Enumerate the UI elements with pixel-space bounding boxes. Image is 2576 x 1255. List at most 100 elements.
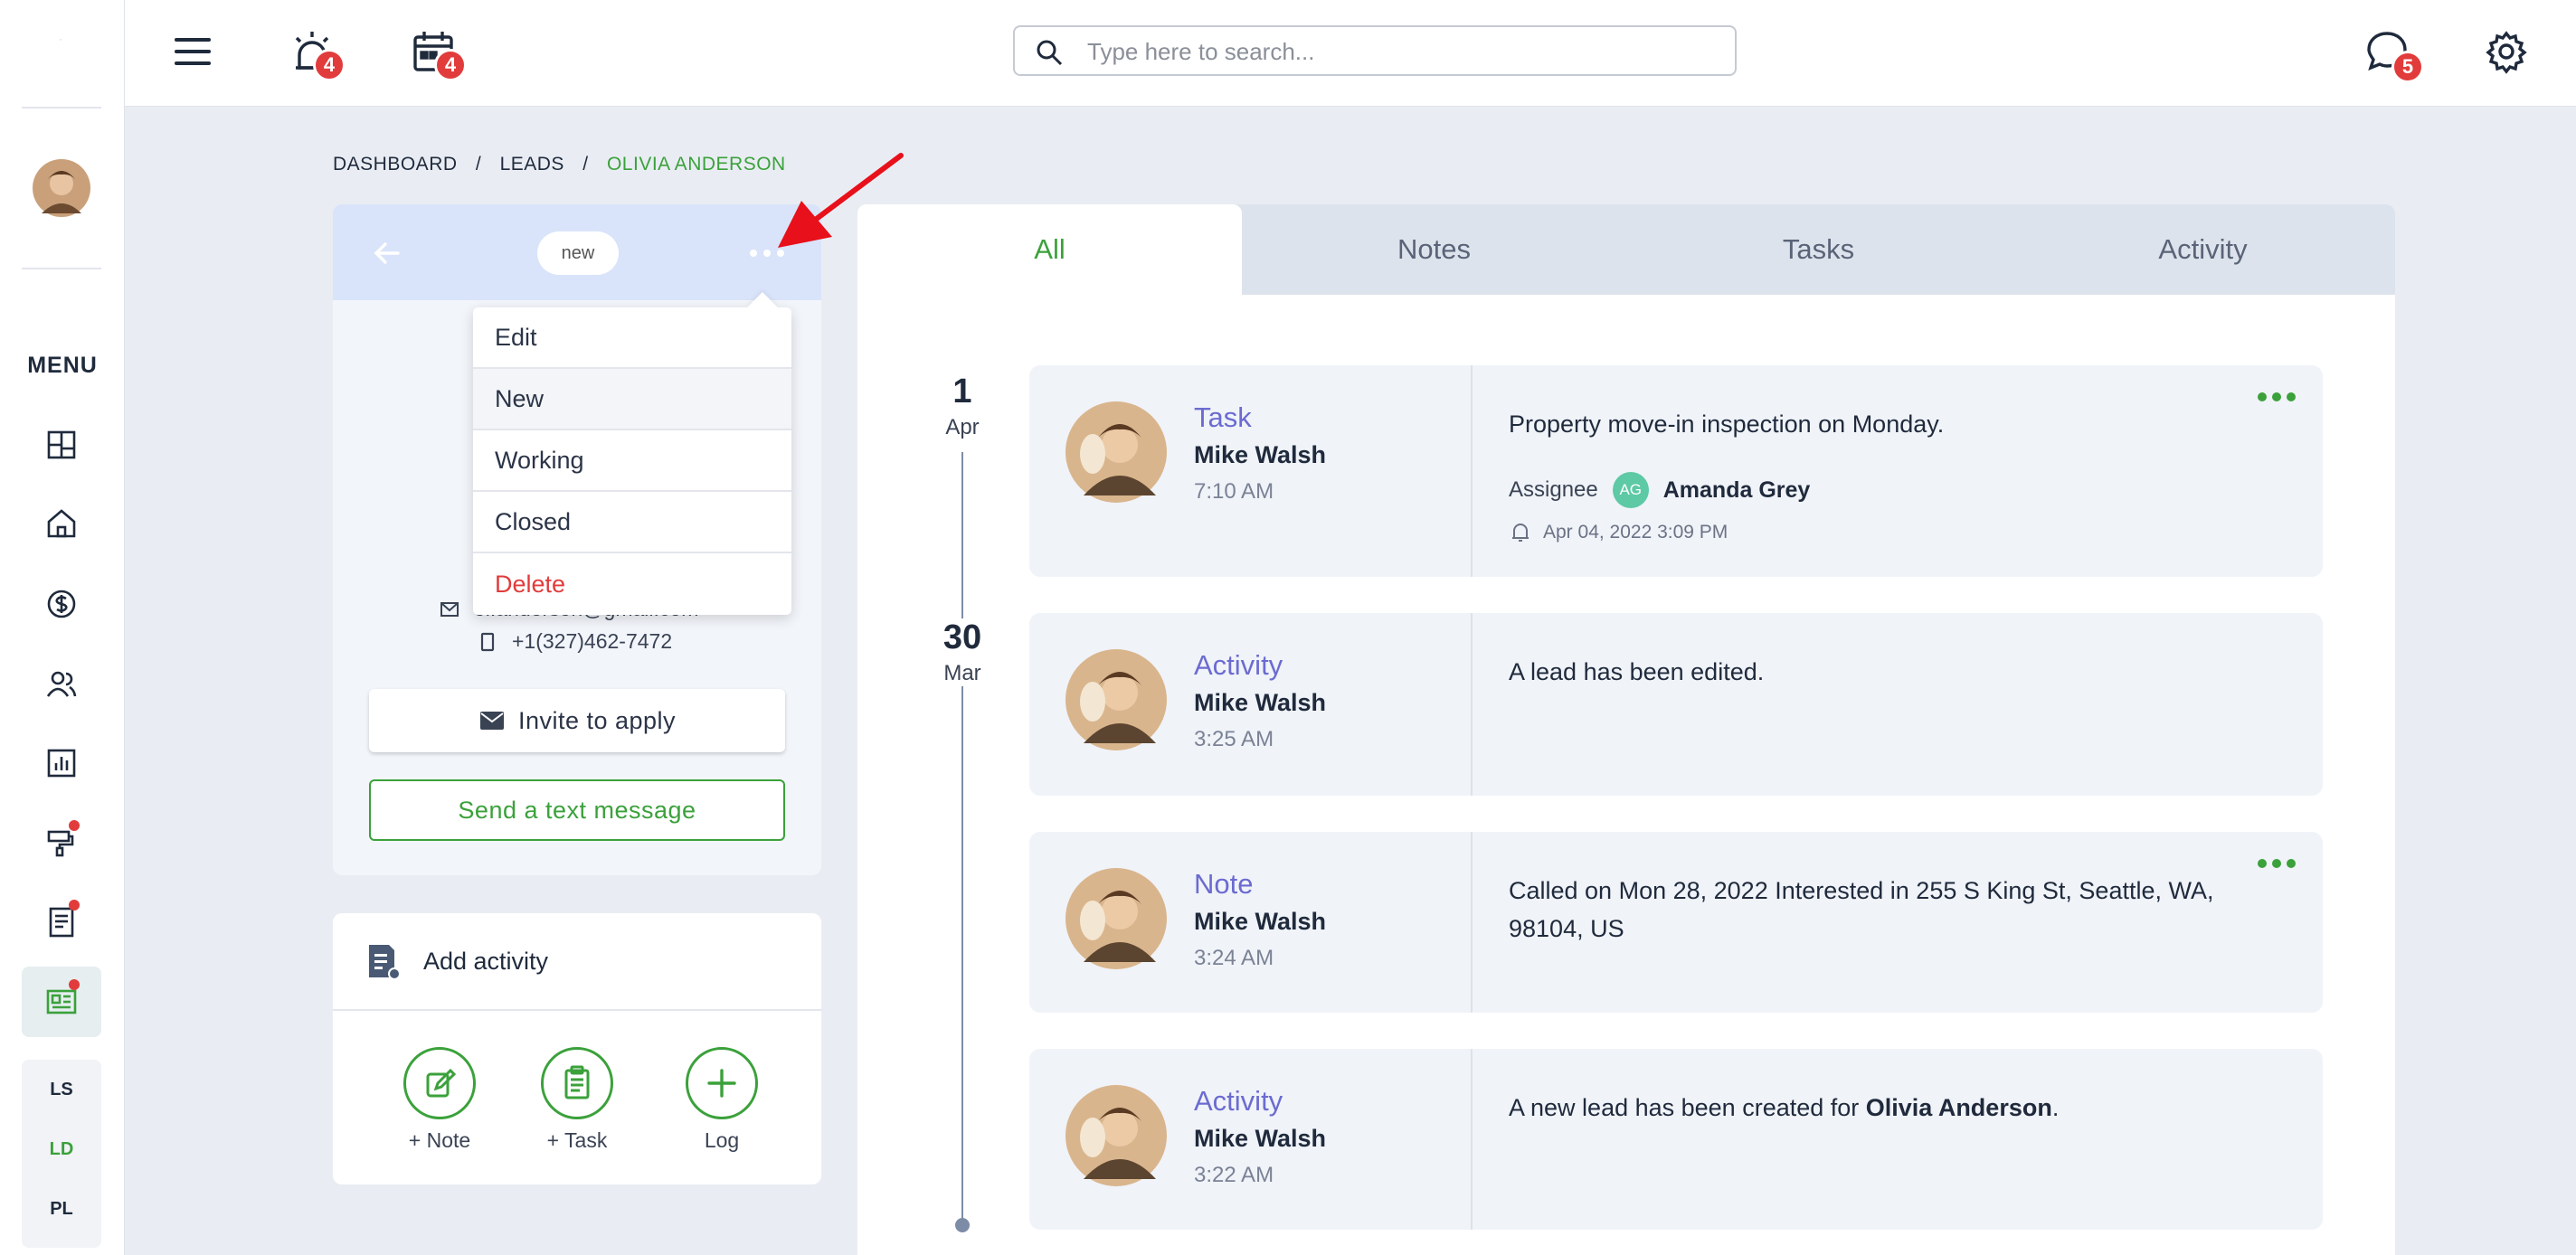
lead-card-header: new xyxy=(333,204,821,300)
back-arrow-icon[interactable] xyxy=(367,233,407,273)
add-task-button[interactable]: + Task xyxy=(514,1047,640,1153)
document-icon xyxy=(369,945,401,980)
dropdown-item-closed[interactable]: Closed xyxy=(473,492,791,553)
rail-document-icon[interactable] xyxy=(22,887,101,958)
author-avatar xyxy=(1065,1085,1167,1186)
assignee-avatar: AG xyxy=(1612,472,1649,508)
entry-author: Mike Walsh xyxy=(1194,441,1327,468)
menu-label: MENU xyxy=(27,353,98,378)
breadcrumb: DASHBOARD / LEADS / OLIVIA ANDERSON xyxy=(333,154,799,175)
chat-icon[interactable]: 5 xyxy=(2355,20,2424,83)
notification-dot xyxy=(69,820,80,831)
send-text-message-button[interactable]: Send a text message xyxy=(369,779,785,841)
entry-text: A new lead has been created for Olivia A… xyxy=(1509,1094,2060,1121)
invite-to-apply-button[interactable]: Invite to apply xyxy=(369,689,785,752)
add-note-button[interactable]: + Note xyxy=(376,1047,503,1153)
entry-time: 3:25 AM xyxy=(1194,727,1274,751)
entry-author: Mike Walsh xyxy=(1194,689,1327,716)
lead-phone[interactable]: +1(327)462-7472 xyxy=(478,629,672,654)
lead-status-badge: new xyxy=(537,231,619,275)
assignee-name: Amanda Grey xyxy=(1662,477,1811,503)
entry-text: A lead has been edited. xyxy=(1509,658,1765,685)
note-icon xyxy=(403,1047,476,1119)
dropdown-item-working[interactable]: Working xyxy=(473,430,791,492)
user-avatar[interactable] xyxy=(33,159,90,217)
dropdown-item-delete[interactable]: Delete xyxy=(473,553,791,615)
search-input[interactable] xyxy=(1087,33,1720,71)
rail-maintenance-icon[interactable] xyxy=(22,807,101,878)
notification-dot xyxy=(69,979,80,990)
entry-more-options-icon[interactable] xyxy=(2258,392,2296,401)
alarm-badge: 4 xyxy=(313,49,346,81)
alarm-icon[interactable]: 4 xyxy=(280,20,346,83)
breadcrumb-leads[interactable]: LEADS xyxy=(500,154,564,175)
add-activity-header: Add activity xyxy=(333,913,821,1011)
entry-time: 3:24 AM xyxy=(1194,946,1274,970)
timeline-end-dot xyxy=(955,1218,970,1232)
search-icon xyxy=(1037,40,1063,66)
author-avatar xyxy=(1065,401,1167,503)
dropdown-item-new[interactable]: New xyxy=(473,369,791,430)
entry-kind[interactable]: Note xyxy=(1194,868,1253,901)
timeline-entry: Task Mike Walsh 7:10 AM Property move-in… xyxy=(1029,365,2323,577)
rail-dollar-icon[interactable] xyxy=(22,569,101,639)
entry-kind[interactable]: Task xyxy=(1194,401,1252,434)
settings-gear-icon[interactable] xyxy=(2475,20,2538,83)
entry-kind[interactable]: Activity xyxy=(1194,1085,1283,1118)
lead-status-dropdown: Edit New Working Closed Delete xyxy=(473,307,791,615)
author-avatar xyxy=(1065,868,1167,969)
rail-home-icon[interactable] xyxy=(22,488,101,559)
entry-more-options-icon[interactable] xyxy=(2258,859,2296,868)
rail-reports-icon[interactable] xyxy=(22,728,101,798)
module-switcher: LS LD PL xyxy=(22,1060,101,1248)
author-avatar xyxy=(1065,649,1167,750)
hamburger-menu-icon[interactable] xyxy=(161,20,224,83)
log-button[interactable]: Log xyxy=(658,1047,785,1153)
calendar-badge: 4 xyxy=(434,49,467,81)
bell-icon xyxy=(1512,524,1529,542)
rail-leads-icon[interactable] xyxy=(22,967,101,1037)
phone-icon xyxy=(480,632,495,651)
timeline-tabs: All Notes Tasks Activity xyxy=(857,204,2395,295)
app-logo[interactable]: · xyxy=(54,33,67,45)
timeline-date: 30 Mar xyxy=(914,618,1011,686)
entry-reminder: Apr 04, 2022 3:09 PM xyxy=(1509,521,1728,544)
rail-users-icon[interactable] xyxy=(22,648,101,719)
entry-text: Called on Mon 28, 2022 Interested in 255… xyxy=(1509,877,2214,942)
calendar-icon[interactable]: 4 xyxy=(402,20,467,83)
rail-divider xyxy=(22,268,101,269)
module-switch-pl[interactable]: PL xyxy=(22,1179,101,1239)
lead-name-link: Olivia Anderson xyxy=(1865,1094,2052,1121)
clipboard-icon xyxy=(541,1047,613,1119)
entry-author: Mike Walsh xyxy=(1194,908,1327,935)
email-icon xyxy=(440,601,459,617)
tab-notes[interactable]: Notes xyxy=(1242,204,1626,295)
breadcrumb-dashboard[interactable]: DASHBOARD xyxy=(333,154,458,175)
annotation-arrow-icon xyxy=(778,153,904,248)
entry-text: Property move-in inspection on Monday. xyxy=(1509,410,1945,438)
chat-badge: 5 xyxy=(2391,51,2424,83)
timeline-entry: Activity Mike Walsh 3:22 AM A new lead h… xyxy=(1029,1049,2323,1230)
timeline-entry: Note Mike Walsh 3:24 AM Called on Mon 28… xyxy=(1029,832,2323,1013)
breadcrumb-current: OLIVIA ANDERSON xyxy=(606,154,786,175)
entry-kind[interactable]: Activity xyxy=(1194,649,1283,682)
entry-author: Mike Walsh xyxy=(1194,1125,1327,1152)
module-switch-ls[interactable]: LS xyxy=(22,1060,101,1119)
envelope-icon xyxy=(479,712,504,730)
rail-divider xyxy=(22,107,101,109)
dropdown-item-edit[interactable]: Edit xyxy=(473,307,791,369)
timeline-line xyxy=(961,452,963,1226)
search-box xyxy=(1013,25,1737,76)
tab-tasks[interactable]: Tasks xyxy=(1626,204,2011,295)
module-switch-ld[interactable]: LD xyxy=(22,1119,101,1179)
rail-dashboard-icon[interactable] xyxy=(22,410,101,480)
tab-activity[interactable]: Activity xyxy=(2011,204,2395,295)
top-bar: 4 4 5 xyxy=(125,0,2576,107)
add-activity-title: Add activity xyxy=(423,947,549,975)
notification-dot xyxy=(69,900,80,911)
left-rail: · MENU LS LD PL xyxy=(0,0,125,1255)
tab-all[interactable]: All xyxy=(857,204,1242,295)
breadcrumb-separator: / xyxy=(582,154,589,175)
timeline-date: 1 Apr xyxy=(914,373,1011,440)
breadcrumb-separator: / xyxy=(475,154,482,175)
